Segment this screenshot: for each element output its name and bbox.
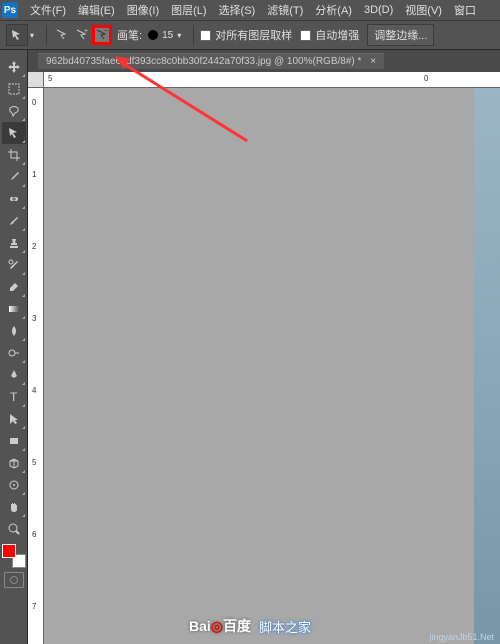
ruler-horizontal[interactable]: 5 0 xyxy=(44,72,500,88)
current-tool-icon[interactable] xyxy=(6,24,28,46)
menu-3d[interactable]: 3D(D) xyxy=(358,4,399,16)
type-tool[interactable]: T xyxy=(2,386,26,408)
hand-tool[interactable] xyxy=(2,496,26,518)
watermark: Bai​◎百度 脚本之家 xyxy=(189,616,311,636)
menu-select[interactable]: 选择(S) xyxy=(213,2,262,18)
tab-close-icon[interactable]: × xyxy=(370,56,376,67)
canvas-container: 5 0 0 1 2 3 4 5 6 7 xyxy=(28,72,500,644)
quick-select-tool[interactable] xyxy=(2,122,26,144)
tool-preset-dropdown[interactable]: ▾ xyxy=(30,31,34,40)
menu-analysis[interactable]: 分析(A) xyxy=(309,2,358,18)
3d-tool[interactable] xyxy=(2,452,26,474)
brush-tool[interactable] xyxy=(2,210,26,232)
menu-edit[interactable]: 编辑(E) xyxy=(72,2,121,18)
sample-all-checkbox[interactable] xyxy=(200,30,211,41)
separator xyxy=(46,25,47,45)
quick-mask-button[interactable] xyxy=(4,572,24,588)
eraser-tool[interactable] xyxy=(2,276,26,298)
stamp-tool[interactable] xyxy=(2,232,26,254)
document-tabs: 962bd40735fae6cdf393cc8c0bb30f2442a70f33… xyxy=(28,50,500,72)
zoom-tool[interactable] xyxy=(2,518,26,540)
path-select-tool[interactable] xyxy=(2,408,26,430)
crop-tool[interactable] xyxy=(2,144,26,166)
document-tab[interactable]: 962bd40735fae6cdf393cc8c0bb30f2442a70f33… xyxy=(38,53,384,69)
workspace: T 962bd40735fae6cdf393cc8c0bb30f2442a70f… xyxy=(0,50,500,644)
color-swatches[interactable] xyxy=(2,544,26,568)
move-tool[interactable] xyxy=(2,56,26,78)
dodge-tool[interactable] xyxy=(2,342,26,364)
menu-image[interactable]: 图像(I) xyxy=(121,2,165,18)
blur-tool[interactable] xyxy=(2,320,26,342)
lasso-tool[interactable] xyxy=(2,100,26,122)
watermark-url: jingyanJb51.Net xyxy=(429,632,494,642)
options-bar: ▾ + − 画笔: 15 ▾ 对所有图层取样 自动增强 调整边缘... xyxy=(0,20,500,50)
selection-new-icon[interactable] xyxy=(53,26,71,44)
pen-tool[interactable] xyxy=(2,364,26,386)
brush-label: 画笔: xyxy=(117,27,142,43)
menu-bar: Ps 文件(F) 编辑(E) 图像(I) 图层(L) 选择(S) 滤镜(T) 分… xyxy=(0,0,500,20)
menu-file[interactable]: 文件(F) xyxy=(24,2,72,18)
auto-enhance-checkbox[interactable] xyxy=(300,30,311,41)
menu-view[interactable]: 视图(V) xyxy=(399,2,448,18)
svg-text:T: T xyxy=(10,390,18,404)
app-icon: Ps xyxy=(2,2,18,18)
gradient-tool[interactable] xyxy=(2,298,26,320)
menu-layer[interactable]: 图层(L) xyxy=(165,2,212,18)
image-content xyxy=(474,88,500,644)
selection-subtract-icon[interactable]: − xyxy=(93,26,111,44)
marquee-tool[interactable] xyxy=(2,78,26,100)
brush-dropdown[interactable]: ▾ xyxy=(177,31,181,40)
ruler-vertical[interactable]: 0 1 2 3 4 5 6 7 xyxy=(28,88,44,644)
watermark-baidu: Bai​◎百度 xyxy=(189,616,251,636)
separator xyxy=(193,25,194,45)
document-area: 962bd40735fae6cdf393cc8c0bb30f2442a70f33… xyxy=(28,50,500,644)
svg-text:+: + xyxy=(84,28,88,35)
quick-select-icon xyxy=(10,28,24,42)
menu-window[interactable]: 窗口 xyxy=(448,2,482,18)
brush-size-value: 15 xyxy=(162,30,173,41)
sample-all-label: 对所有图层取样 xyxy=(215,27,292,43)
tab-filename: 962bd40735fae6cdf393cc8c0bb30f2442a70f33… xyxy=(46,56,271,67)
brush-preview-icon xyxy=(148,30,158,40)
svg-text:−: − xyxy=(104,28,108,35)
tab-zoom-mode: @ 100%(RGB/8#) * xyxy=(274,56,361,67)
rectangle-tool[interactable] xyxy=(2,430,26,452)
menu-filter[interactable]: 滤镜(T) xyxy=(261,2,309,18)
toolbox: T xyxy=(0,50,28,644)
canvas[interactable] xyxy=(44,88,500,644)
healing-tool[interactable] xyxy=(2,188,26,210)
history-brush-tool[interactable] xyxy=(2,254,26,276)
watermark-site: 脚本之家 xyxy=(259,617,311,636)
3d-camera-tool[interactable] xyxy=(2,474,26,496)
ruler-corner xyxy=(28,72,44,88)
selection-add-icon[interactable]: + xyxy=(73,26,91,44)
eyedropper-tool[interactable] xyxy=(2,166,26,188)
foreground-color[interactable] xyxy=(2,544,16,558)
refine-edge-button[interactable]: 调整边缘... xyxy=(367,24,434,46)
auto-enhance-label: 自动增强 xyxy=(315,27,359,43)
